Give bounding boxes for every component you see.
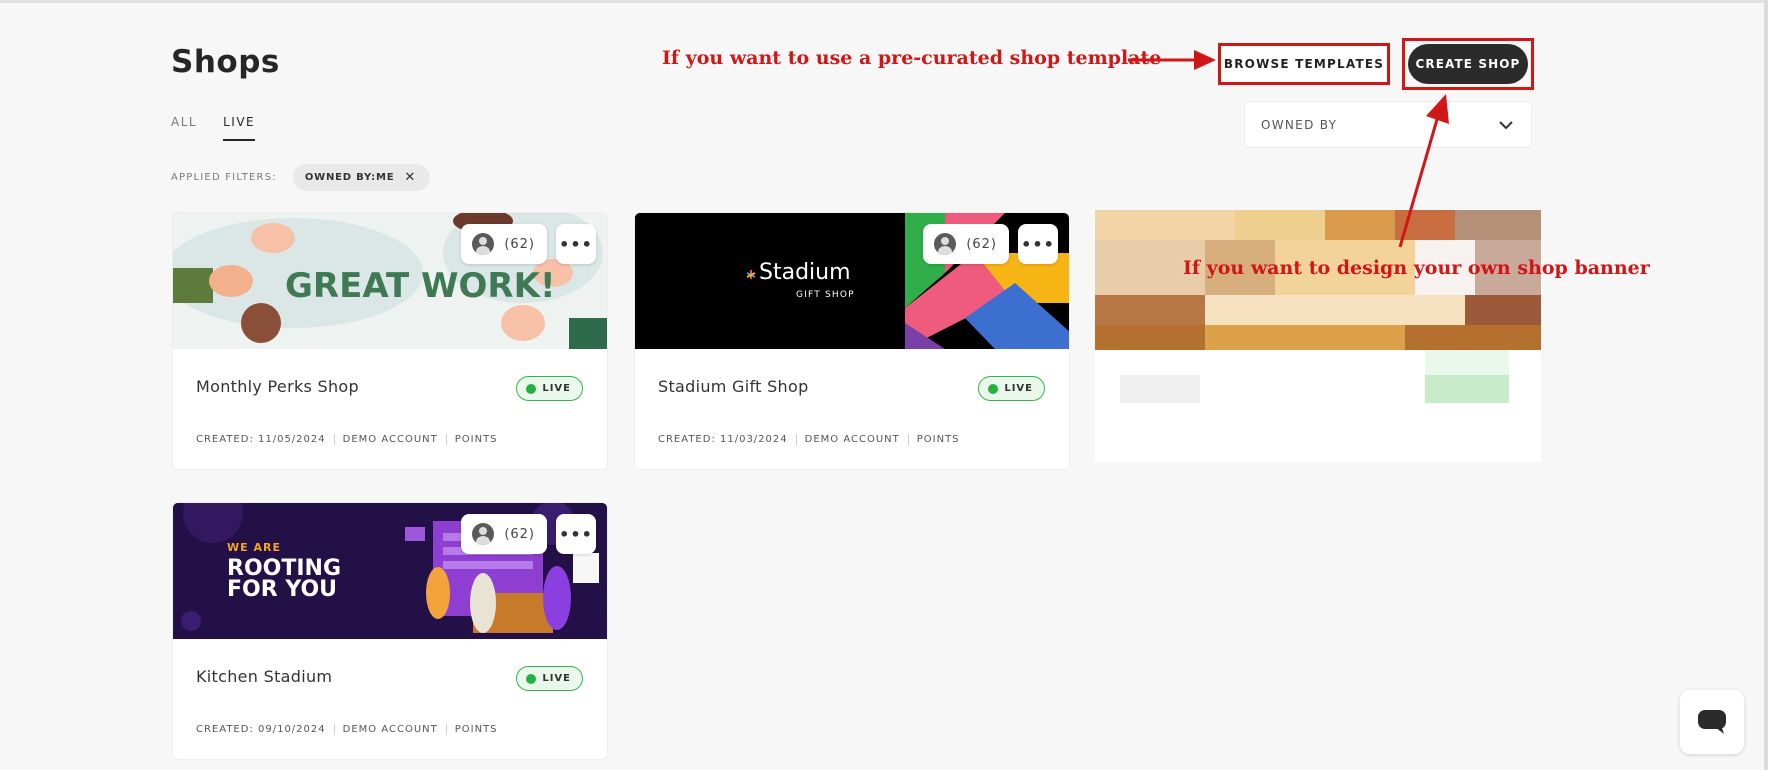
- created-date: CREATED: 09/10/2024: [196, 724, 326, 735]
- create-shop-highlight: CREATE SHOP: [1402, 38, 1534, 90]
- pixelated-banner-image: [1095, 210, 1541, 462]
- banner-title: Stadium: [759, 260, 851, 285]
- owner-pill[interactable]: (62): [923, 224, 1009, 264]
- more-horizontal-icon[interactable]: •••: [556, 514, 596, 554]
- user-avatar-icon: [934, 233, 957, 255]
- created-date: CREATED: 11/03/2024: [658, 434, 788, 445]
- annotation-arrow-up: [1398, 94, 1449, 248]
- account-name: DEMO ACCOUNT: [333, 434, 446, 445]
- shop-meta: CREATED: 09/10/2024 DEMO ACCOUNT POINTS: [196, 724, 506, 735]
- shop-card-stadium-gift[interactable]: Stadium GIFT SHOP (62) ••• Stadium Gift …: [634, 212, 1070, 470]
- tab-bar: ALL LIVE: [171, 115, 256, 141]
- account-name: DEMO ACCOUNT: [795, 434, 908, 445]
- tab-live[interactable]: LIVE: [223, 115, 256, 141]
- browse-annotation: If you want to use a pre-curated shop te…: [662, 47, 1162, 69]
- shop-name: Kitchen Stadium: [196, 667, 333, 686]
- status-text: LIVE: [1004, 383, 1033, 394]
- status-badge: LIVE: [516, 376, 583, 401]
- page-title: Shops: [171, 44, 280, 80]
- owner-count: (62): [966, 236, 997, 252]
- shop-name: Monthly Perks Shop: [196, 377, 359, 396]
- create-shop-button[interactable]: CREATE SHOP: [1408, 44, 1528, 84]
- applied-filters-label: APPLIED FILTERS:: [171, 172, 277, 183]
- banner-kicker: WE ARE: [227, 541, 281, 554]
- more-horizontal-icon[interactable]: •••: [556, 224, 596, 264]
- user-avatar-icon: [472, 523, 495, 545]
- banner-subtitle: GIFT SHOP: [796, 290, 855, 300]
- user-avatar-icon: [472, 233, 495, 255]
- tab-all[interactable]: ALL: [171, 115, 197, 141]
- status-text: LIVE: [542, 383, 571, 394]
- annotation-arrow-right: [1128, 50, 1216, 70]
- shop-card-kitchen-stadium[interactable]: WE ARE ROOTING FOR YOU (62) ••• Kitchen …: [172, 502, 608, 760]
- scrollbar[interactable]: [1764, 0, 1768, 770]
- banner-text: GREAT WORK!: [285, 266, 555, 306]
- filter-chip-owned-by[interactable]: OWNED BY:ME ✕: [292, 164, 431, 191]
- owner-pill[interactable]: (62): [461, 514, 547, 554]
- account-name: DEMO ACCOUNT: [333, 724, 446, 735]
- create-annotation: If you want to design your own shop bann…: [1183, 257, 1650, 279]
- currency-type: POINTS: [445, 724, 506, 735]
- shop-meta: CREATED: 11/05/2024 DEMO ACCOUNT POINTS: [196, 434, 506, 445]
- status-dot: [526, 383, 537, 394]
- chevron-down-icon: [1499, 120, 1513, 129]
- shop-card-pixelated[interactable]: [1095, 210, 1541, 462]
- owned-by-label: OWNED BY: [1261, 117, 1338, 132]
- banner-line-2: FOR YOU: [227, 577, 337, 602]
- shops-page: Shops ALL LIVE APPLIED FILTERS: OWNED BY…: [0, 0, 1768, 770]
- chat-widget-button[interactable]: [1680, 690, 1744, 754]
- top-border: [0, 0, 1768, 3]
- status-badge: LIVE: [516, 666, 583, 691]
- shop-meta: CREATED: 11/03/2024 DEMO ACCOUNT POINTS: [658, 434, 968, 445]
- browse-templates-button[interactable]: BROWSE TEMPLATES: [1218, 43, 1390, 85]
- created-date: CREATED: 11/05/2024: [196, 434, 326, 445]
- owner-pill[interactable]: (62): [461, 224, 547, 264]
- owner-count: (62): [504, 526, 535, 542]
- currency-type: POINTS: [907, 434, 968, 445]
- close-icon[interactable]: ✕: [404, 170, 416, 185]
- more-horizontal-icon[interactable]: •••: [1018, 224, 1058, 264]
- applied-filters: APPLIED FILTERS: OWNED BY:ME ✕: [171, 164, 431, 191]
- owned-by-select[interactable]: OWNED BY: [1244, 101, 1532, 148]
- status-badge: LIVE: [978, 376, 1045, 401]
- shop-card-monthly-perks[interactable]: GREAT WORK! (62) ••• Monthly Perks Shop …: [172, 212, 608, 470]
- shop-name: Stadium Gift Shop: [658, 377, 809, 396]
- status-text: LIVE: [542, 673, 571, 684]
- status-dot: [988, 383, 999, 394]
- currency-type: POINTS: [445, 434, 506, 445]
- owner-count: (62): [504, 236, 535, 252]
- filter-chip-label: OWNED BY:ME: [304, 172, 395, 183]
- chat-icon: [1698, 710, 1726, 734]
- status-dot: [526, 673, 537, 684]
